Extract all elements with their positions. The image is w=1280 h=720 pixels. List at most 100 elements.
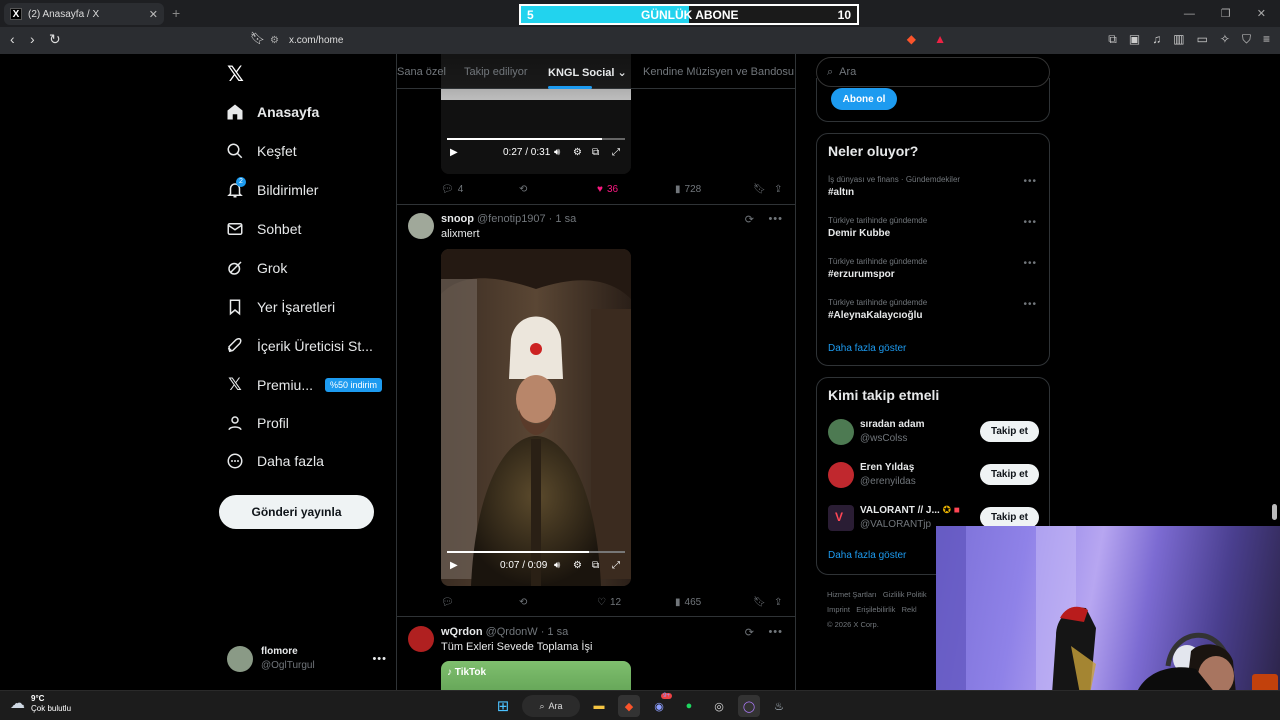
back-icon[interactable]: ‹ [10,31,15,47]
scrollbar-thumb[interactable] [1272,504,1277,520]
tab-sana-ozel[interactable]: Sana özel [397,66,446,78]
tweet-author-name[interactable]: wQrdon [441,626,483,638]
twitch-studio-icon[interactable]: ◯ [738,695,760,717]
volume-icon[interactable]: 🔊︎ [554,560,560,571]
taskbar-search[interactable]: ⌕ Ara [522,695,580,717]
weather-widget[interactable]: ☁ 9°C Çok bulutlu [10,694,71,714]
reply-icon[interactable]: 💬︎ [441,597,454,608]
reload-icon[interactable]: ↻ [49,31,61,48]
pip-icon[interactable]: ⧉ [592,147,599,158]
tab-kngl-social[interactable]: KNGL Social ⌄ [548,66,627,79]
footer-link[interactable]: Imprint [827,605,850,614]
sidebar-toggle-icon[interactable]: ▥ [1173,32,1184,47]
restore-icon[interactable]: ❐ [1221,7,1231,20]
tweet-author-handle[interactable]: @fenotip1907 [477,213,546,225]
account-more-icon[interactable]: ••• [372,653,387,665]
settings-icon[interactable]: ⚙ [573,147,582,158]
grok-explain-icon[interactable]: ⟳ [745,626,755,639]
spotify-icon[interactable]: ● [678,695,700,717]
tweet-author-handle[interactable]: @QrdonW [486,626,538,638]
bookmark-page-icon[interactable]: 🔖︎ [250,31,265,45]
trend-more-icon[interactable]: ••• [1023,176,1037,187]
sidebar-item-sohbet[interactable]: Sohbet [226,214,301,244]
tweet-time[interactable]: · 1 sa [541,626,569,638]
follow-button[interactable]: Takip et [980,464,1039,485]
sidebar-item-kesfet[interactable]: Keşfet [226,136,297,166]
sidebar-item-anasayfa[interactable]: Anasayfa [226,97,319,127]
minimize-icon[interactable]: — [1184,8,1195,20]
extensions-icon[interactable]: ⧉ [1108,32,1117,47]
windows-start-icon[interactable]: ⊞ [492,695,514,717]
like-button[interactable]: ♡ 12 [597,597,621,608]
close-tab-icon[interactable]: ✕ [149,8,158,21]
tweet-more-icon[interactable]: ••• [768,213,783,225]
menu-icon[interactable]: ≡ [1263,32,1270,47]
tweet-more-icon[interactable]: ••• [768,626,783,638]
share-icon[interactable]: ⇪ [774,597,782,608]
trend-more-icon[interactable]: ••• [1023,299,1037,310]
fullscreen-icon[interactable]: ⤢ [612,147,620,158]
discord-icon[interactable]: ◉ 9+ [648,693,672,717]
avatar[interactable] [408,626,434,652]
follow-name[interactable]: sıradan adam [860,419,924,430]
post-button[interactable]: Gönderi yayınla [219,495,374,529]
footer-link[interactable]: Gizlilik Politik [883,590,927,599]
forward-icon[interactable]: › [30,31,35,47]
footer-link[interactable]: Rekl [902,605,917,614]
wallet-icon[interactable]: ▭ [1197,32,1208,47]
sidebar-item-icerik-ureticisi[interactable]: İçerik Üreticisi St... [226,331,373,361]
retweet-icon[interactable]: ⟲ [519,597,527,608]
browser-tab[interactable]: X (2) Anasayfa / X ✕ [4,3,164,25]
bookmark-icon[interactable]: 🔖︎ [753,184,766,195]
tweet-author-name[interactable]: snoop [441,213,474,225]
trends-show-more[interactable]: Daha fazla göster [828,343,906,354]
pip-icon[interactable]: ⧉ [592,560,599,571]
play-icon[interactable]: ▶ [450,147,458,158]
follow-show-more[interactable]: Daha fazla göster [828,550,906,561]
tweet-video[interactable]: ▶ 0:07 / 0:09 🔊︎ ⚙ ⧉ ⤢ [441,249,631,586]
follow-button[interactable]: Takip et [980,421,1039,442]
brave-browser-icon[interactable]: ◆ [618,695,640,717]
brave-shield-icon[interactable]: ◆ [907,32,916,46]
follow-name[interactable]: VALORANT // J... ✪ ■ [860,505,960,516]
volume-icon[interactable]: 🔊︎ [554,147,560,158]
footer-link[interactable]: Erişilebilirlik [856,605,895,614]
account-switcher[interactable]: flomore @OglTurgul ••• [227,642,387,676]
avatar[interactable] [828,419,854,445]
close-window-icon[interactable]: ✕ [1257,7,1266,20]
avatar[interactable] [828,462,854,488]
follow-name[interactable]: Eren Yıldaş [860,462,914,473]
views-button[interactable]: ▮ 728 [675,184,701,195]
sidebar-item-premium[interactable]: 𝕏 Premiu... %50 indirim [226,370,383,400]
tab-kendine-muzisyen[interactable]: Kendine Müzisyen ve Bandosu [643,66,794,78]
fullscreen-icon[interactable]: ⤢ [612,560,620,571]
screenshot-icon[interactable]: ▣ [1129,32,1140,47]
x-logo-icon[interactable]: 𝕏 [227,62,244,87]
like-button[interactable]: ♥ 36 [597,184,618,195]
follow-button[interactable]: Takip et [980,507,1039,528]
subscribe-button[interactable]: Abone ol [831,88,897,110]
tweet-time[interactable]: · 1 sa [549,213,577,225]
steam-icon[interactable]: ♨ [768,695,790,717]
avatar[interactable] [408,213,434,239]
video-progress[interactable] [447,138,625,140]
retweet-icon[interactable]: ⟲ [519,184,527,195]
footer-link[interactable]: Hizmet Şartları [827,590,877,599]
grok-explain-icon[interactable]: ⟳ [745,213,755,226]
file-explorer-icon[interactable]: ▬ [588,695,610,717]
music-icon[interactable]: ♫ [1152,32,1161,47]
avatar[interactable]: V [828,505,854,531]
leo-ai-icon[interactable]: ✧ [1220,32,1230,47]
views-button[interactable]: ▮ 465 [675,597,701,608]
tab-takip-ediliyor[interactable]: Takip ediliyor [464,66,528,78]
sidebar-item-profil[interactable]: Profil [226,408,289,438]
brave-rewards-icon[interactable]: ▲ [934,32,946,46]
sidebar-item-grok[interactable]: Grok [226,253,287,283]
share-icon[interactable]: ⇪ [774,184,782,195]
trend-more-icon[interactable]: ••• [1023,217,1037,228]
sidebar-item-yer-isaretleri[interactable]: Yer İşaretleri [226,292,335,322]
obs-icon[interactable]: ◎ [708,695,730,717]
trend-more-icon[interactable]: ••• [1023,258,1037,269]
sidebar-item-bildirimler[interactable]: 2 Bildirimler [226,175,318,205]
page-scrollbar[interactable] [1271,60,1277,690]
